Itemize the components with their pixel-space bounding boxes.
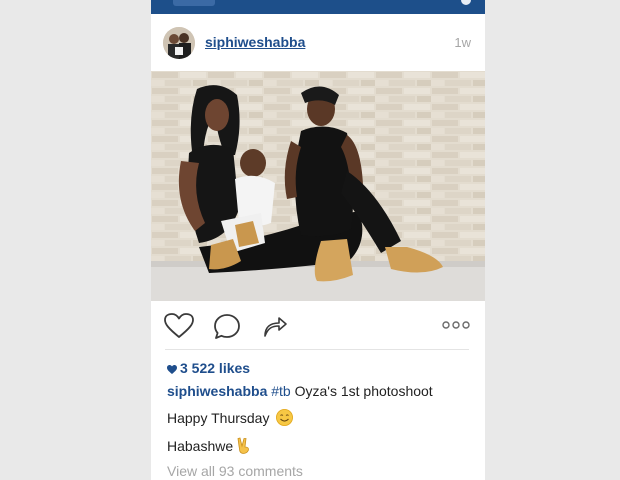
- post-action-bar: [151, 301, 485, 351]
- caption-text: Oyza's 1st photoshoot: [290, 383, 433, 399]
- more-dots-icon[interactable]: [442, 321, 470, 329]
- instagram-post-card: siphiweshabba 1w 3 522 likes siphiweshab…: [151, 0, 485, 480]
- nav-status-dot: [461, 0, 471, 5]
- post-username-link[interactable]: siphiweshabba: [205, 34, 305, 50]
- divider: [165, 349, 469, 350]
- smile-emoji-icon: [276, 409, 294, 426]
- caption-line-3-text: Habashwe: [167, 438, 234, 454]
- heart-filled-icon: [167, 365, 177, 374]
- hashtag-link[interactable]: #tb: [271, 383, 290, 399]
- likes-count[interactable]: 3 522 likes: [167, 360, 250, 376]
- avatar[interactable]: [163, 27, 195, 59]
- likes-label: 3 522 likes: [180, 360, 251, 376]
- victory-hand-icon: [237, 437, 250, 454]
- caption-username-link[interactable]: siphiweshabba: [167, 383, 267, 399]
- post-header: siphiweshabba 1w: [151, 14, 485, 71]
- post-photo[interactable]: [151, 71, 485, 301]
- top-navigation-bar: [151, 0, 485, 14]
- view-all-comments-link[interactable]: View all 93 comments: [167, 463, 303, 479]
- comment-bubble-icon[interactable]: [213, 313, 241, 341]
- family-photo-image: [151, 71, 485, 301]
- caption-line-2-text: Happy Thursday: [167, 410, 270, 426]
- heart-outline-icon[interactable]: [164, 313, 194, 339]
- share-arrow-icon[interactable]: [262, 313, 288, 339]
- post-timestamp: 1w: [454, 35, 471, 50]
- post-caption: siphiweshabba #tb Oyza's 1st photoshoot: [167, 383, 475, 399]
- avatar-image: [163, 27, 195, 59]
- smile-face-icon: [276, 409, 294, 426]
- caption-line-3: Habashwe: [167, 437, 251, 454]
- caption-line-2: Happy Thursday: [167, 409, 294, 426]
- nav-tab-stub[interactable]: [173, 0, 215, 6]
